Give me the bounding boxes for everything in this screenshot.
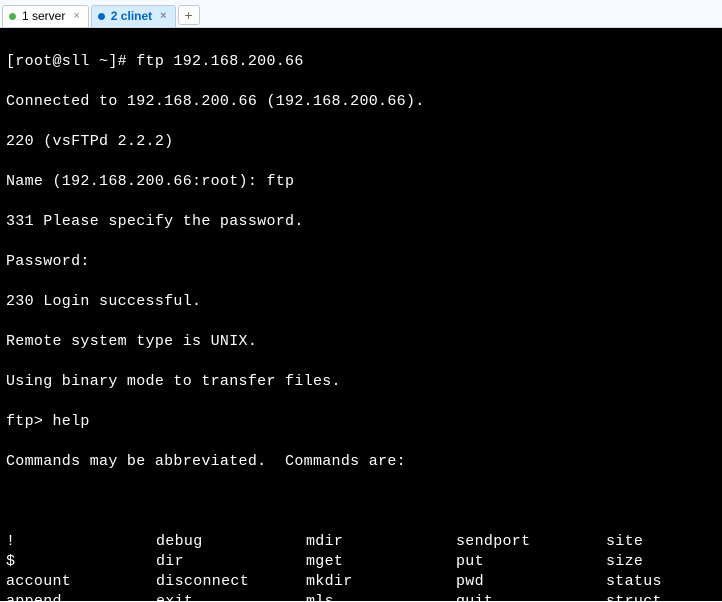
close-icon[interactable]: ×	[160, 10, 166, 22]
command-row: appendexitmlsquitstruct	[6, 592, 716, 601]
tab-client[interactable]: 2 clinet ×	[91, 5, 176, 27]
close-icon[interactable]: ×	[73, 10, 79, 22]
terminal-line: Name (192.168.200.66:root): ftp	[6, 172, 716, 192]
command-cell: put	[456, 552, 606, 572]
terminal-line: Password:	[6, 252, 716, 272]
command-cell: exit	[156, 592, 306, 601]
tab-label: 2 clinet	[111, 9, 152, 23]
command-row: accountdisconnectmkdirpwdstatus	[6, 572, 716, 592]
terminal[interactable]: [root@sll ~]# ftp 192.168.200.66 Connect…	[0, 28, 722, 601]
terminal-line: 230 Login successful.	[6, 292, 716, 312]
terminal-blank-line	[6, 492, 716, 512]
command-cell: debug	[156, 532, 306, 552]
command-cell: site	[606, 532, 722, 552]
command-cell: disconnect	[156, 572, 306, 592]
command-cell: mkdir	[306, 572, 456, 592]
command-cell: !	[6, 532, 156, 552]
command-grid: !debugmdirsendportsite$dirmgetputsizeacc…	[6, 532, 716, 601]
terminal-line: Using binary mode to transfer files.	[6, 372, 716, 392]
command-cell: dir	[156, 552, 306, 572]
command-cell: pwd	[456, 572, 606, 592]
command-cell: sendport	[456, 532, 606, 552]
tab-label: 1 server	[22, 9, 65, 23]
tab-bar: 1 server × 2 clinet × +	[0, 0, 722, 28]
command-cell: append	[6, 592, 156, 601]
command-cell: size	[606, 552, 722, 572]
terminal-line: Connected to 192.168.200.66 (192.168.200…	[6, 92, 716, 112]
terminal-line: Commands may be abbreviated. Commands ar…	[6, 452, 716, 472]
command-cell: mls	[306, 592, 456, 601]
command-cell: status	[606, 572, 722, 592]
command-row: !debugmdirsendportsite	[6, 532, 716, 552]
tab-server[interactable]: 1 server ×	[2, 5, 89, 27]
command-cell: struct	[606, 592, 722, 601]
terminal-line: [root@sll ~]# ftp 192.168.200.66	[6, 52, 716, 72]
command-cell: mget	[306, 552, 456, 572]
command-cell: mdir	[306, 532, 456, 552]
terminal-line: 331 Please specify the password.	[6, 212, 716, 232]
command-row: $dirmgetputsize	[6, 552, 716, 572]
add-tab-button[interactable]: +	[178, 5, 200, 25]
command-cell: account	[6, 572, 156, 592]
status-dot-icon	[9, 13, 16, 20]
command-cell: $	[6, 552, 156, 572]
terminal-line: 220 (vsFTPd 2.2.2)	[6, 132, 716, 152]
command-cell: quit	[456, 592, 606, 601]
status-dot-icon	[98, 13, 105, 20]
terminal-line: ftp> help	[6, 412, 716, 432]
terminal-line: Remote system type is UNIX.	[6, 332, 716, 352]
